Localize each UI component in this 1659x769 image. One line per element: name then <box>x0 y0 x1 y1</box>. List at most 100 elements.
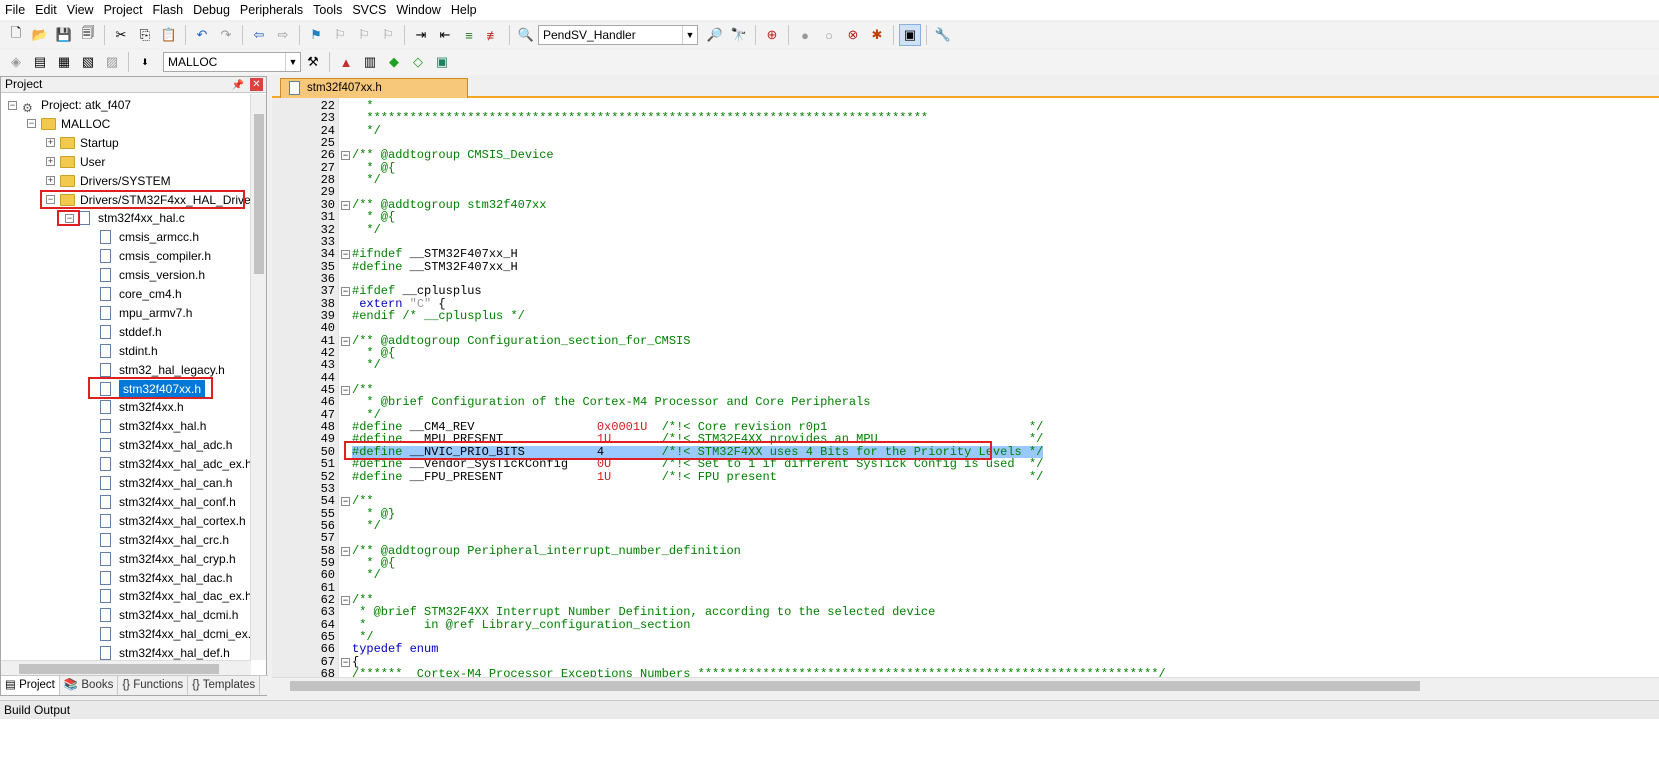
tree-item-include[interactable]: stdint.h <box>100 342 158 360</box>
tree-item-folder[interactable]: + Startup <box>46 134 119 152</box>
copy-icon[interactable]: ⎘ <box>134 24 156 46</box>
panel-tab-project[interactable]: ▤ Project <box>1 676 60 695</box>
breakpoint-disable-icon[interactable]: ○ <box>818 24 840 46</box>
save-icon[interactable]: 💾 <box>53 24 75 46</box>
tree-item-include[interactable]: stm32f4xx_hal.h <box>100 417 206 435</box>
cut-icon[interactable]: ✂ <box>110 24 132 46</box>
panel-tab-templates[interactable]: {} Templates <box>188 676 261 695</box>
indent-icon[interactable]: ⇥ <box>410 24 432 46</box>
unindent-icon[interactable]: ⇤ <box>434 24 456 46</box>
code-line[interactable]: /** @addtogroup Peripheral_interrupt_num… <box>352 544 741 557</box>
expand-icon[interactable]: + <box>46 176 55 186</box>
tree-item-include[interactable]: stm32f4xx_hal_def.h <box>100 644 230 660</box>
target-combo[interactable]: MALLOC ▼ <box>163 52 301 72</box>
manage-multi-project-icon[interactable]: ▥ <box>359 51 381 73</box>
tree-item-include[interactable]: mpu_armv7.h <box>100 304 192 322</box>
tree-vertical-scrollbar[interactable] <box>250 94 266 660</box>
menu-item-flash[interactable]: Flash <box>147 0 188 20</box>
tree-item-include[interactable]: cmsis_compiler.h <box>100 247 211 265</box>
menu-item-svcs[interactable]: SVCS <box>347 0 391 20</box>
tree-item-include[interactable]: core_cm4.h <box>100 285 182 303</box>
scrollbar-thumb[interactable] <box>19 664 219 674</box>
code-line[interactable]: * @brief Configuration of the Cortex-M4 … <box>352 396 870 408</box>
fold-collapse-icon[interactable]: − <box>341 657 350 667</box>
menu-item-peripherals[interactable]: Peripherals <box>235 0 308 20</box>
manage-rte-icon[interactable]: ◆ <box>383 51 405 73</box>
code-line[interactable]: #endif /* __cplusplus */ <box>352 310 525 322</box>
redo-icon[interactable]: ↷ <box>215 24 237 46</box>
tree-item-include[interactable]: stm32f4xx_hal_dcmi.h <box>100 606 238 624</box>
build-icon[interactable]: ▤ <box>29 51 51 73</box>
tree-item-include[interactable]: stm32f4xx_hal_conf.h <box>100 493 236 511</box>
code-line[interactable]: ****************************************… <box>352 112 928 124</box>
fold-collapse-icon[interactable]: − <box>341 200 350 210</box>
fold-collapse-icon[interactable]: − <box>341 287 350 297</box>
code-line[interactable]: */ <box>352 569 380 581</box>
code-line[interactable]: typedef enum <box>352 643 438 655</box>
tree-item-include[interactable]: stm32f4xx_hal_can.h <box>100 474 232 492</box>
editor-tab-active[interactable]: stm32f407xx.h <box>280 78 468 98</box>
open-file-icon[interactable]: 📂 <box>29 24 51 46</box>
incremental-find-icon[interactable]: 🔭 <box>728 24 750 46</box>
code-line[interactable]: */ <box>352 359 380 371</box>
bookmark-prev-icon[interactable]: ⚐ <box>329 24 351 46</box>
stop-build-icon[interactable]: ▨ <box>101 51 123 73</box>
tree-item-file[interactable]: − stm32f4xx_hal.c <box>65 209 185 227</box>
tree-item-include[interactable]: stm32f4xx_hal_dac.h <box>100 569 232 587</box>
panel-tab-functions[interactable]: {} Functions <box>118 676 189 695</box>
window-layout-icon[interactable]: ▣ <box>899 24 921 46</box>
fold-collapse-icon[interactable]: − <box>341 546 350 556</box>
code-line[interactable]: #define __FPU_PRESENT 1U /*!< FPU presen… <box>352 470 1043 483</box>
expand-icon[interactable]: + <box>46 138 55 148</box>
close-icon[interactable]: ✕ <box>250 78 263 91</box>
tree-item-include[interactable]: stm32f4xx.h <box>100 398 184 416</box>
bookmark-next-icon[interactable]: ⚐ <box>353 24 375 46</box>
editor-horizontal-scrollbar[interactable] <box>272 677 1659 693</box>
paste-icon[interactable]: 📋 <box>158 24 180 46</box>
tree-item-include[interactable]: cmsis_version.h <box>100 266 205 284</box>
tree-item-include[interactable]: stm32f4xx_hal_dcmi_ex.h <box>100 625 251 643</box>
nav-back-icon[interactable]: ⇦ <box>248 24 270 46</box>
fold-collapse-icon[interactable]: − <box>341 497 350 507</box>
scrollbar-thumb[interactable] <box>254 114 264 274</box>
chevron-down-icon[interactable]: ▼ <box>285 53 300 71</box>
fold-collapse-icon[interactable]: − <box>341 596 350 605</box>
manage-project-icon[interactable]: ▲ <box>335 51 357 73</box>
tree-item-include[interactable]: stm32f4xx_hal_dac_ex.h <box>100 587 251 605</box>
tree-item-include[interactable]: stm32f4xx_hal_adc.h <box>100 436 232 454</box>
tree-item-project[interactable]: − ⚙ Project: atk_f407 <box>8 96 131 115</box>
collapse-icon[interactable]: − <box>8 100 17 110</box>
tree-item-include[interactable]: stddef.h <box>100 323 162 341</box>
code-line[interactable]: * in @ref Library_configuration_section <box>352 619 690 631</box>
function-combo[interactable]: PendSV_Handler ▼ <box>538 25 698 45</box>
find-icon[interactable]: 🔎 <box>704 24 726 46</box>
code-line[interactable]: */ <box>352 223 380 236</box>
new-file-icon[interactable]: 🗋 <box>5 24 27 46</box>
breakpoint-icon[interactable]: ● <box>794 24 816 46</box>
menu-item-edit[interactable]: Edit <box>30 0 62 20</box>
tree-item-include[interactable]: stm32_hal_legacy.h <box>100 361 225 379</box>
undo-icon[interactable]: ↶ <box>191 24 213 46</box>
menu-item-tools[interactable]: Tools <box>308 0 347 20</box>
target-options-icon[interactable]: ⚒ <box>302 51 324 73</box>
config-icon[interactable]: ✱ <box>866 24 888 46</box>
pin-icon[interactable]: 📌 <box>232 78 244 93</box>
code-line[interactable]: #define __STM32F407xx_H <box>352 260 518 273</box>
menu-item-help[interactable]: Help <box>446 0 482 20</box>
pack-installer-icon[interactable]: ◇ <box>407 51 429 73</box>
chevron-down-icon[interactable]: ▼ <box>682 26 697 44</box>
select-packs-icon[interactable]: ▣ <box>431 51 453 73</box>
collapse-icon[interactable]: − <box>27 119 36 129</box>
download-icon[interactable]: ⬇ <box>134 51 156 73</box>
tree-item-folder[interactable]: + User <box>46 153 105 171</box>
bookmark-icon[interactable]: ⚑ <box>305 24 327 46</box>
tree-item-include[interactable]: cmsis_armcc.h <box>100 228 199 246</box>
menu-item-view[interactable]: View <box>62 0 99 20</box>
panel-tab-books[interactable]: 📚 Books <box>60 676 119 695</box>
menu-item-window[interactable]: Window <box>391 0 445 20</box>
debug-icon[interactable]: ⊕ <box>761 24 783 46</box>
uncomment-icon[interactable]: ≢ <box>482 24 504 46</box>
save-all-icon[interactable]: 🗐 <box>77 24 99 46</box>
fold-collapse-icon[interactable]: − <box>341 250 350 260</box>
tree-item-folder[interactable]: + Drivers/SYSTEM <box>46 172 171 190</box>
